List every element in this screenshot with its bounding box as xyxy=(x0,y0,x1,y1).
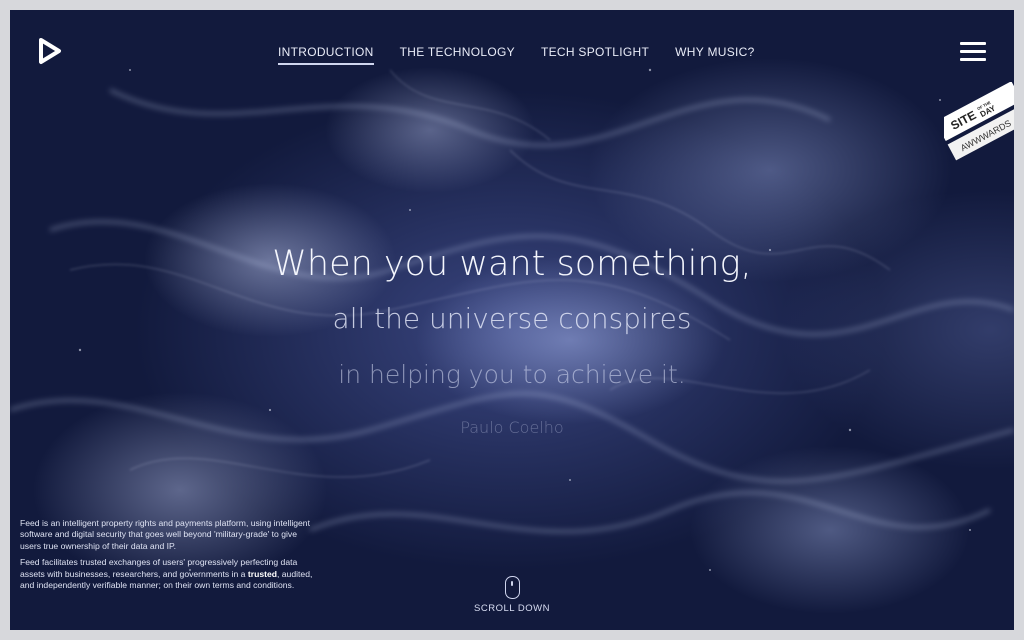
description-p2-bold: trusted xyxy=(247,568,277,579)
hamburger-menu-icon[interactable] xyxy=(960,42,986,61)
description-paragraph-1: Feed is an intelligent property rights a… xyxy=(20,518,310,551)
quote-line-2: all the universe conspires xyxy=(332,302,692,335)
nav-item-the-technology[interactable]: THE TECHNOLOGY xyxy=(400,45,515,65)
quote-line-1: When you want something, xyxy=(272,244,752,284)
scroll-down-label: SCROLL DOWN xyxy=(474,603,550,614)
nav-item-introduction[interactable]: INTRODUCTION xyxy=(278,45,374,65)
mouse-scroll-icon xyxy=(504,576,520,599)
quote-line-3: in helping you to achieve it. xyxy=(338,360,686,389)
nav-item-tech-spotlight[interactable]: TECH SPOTLIGHT xyxy=(541,45,649,65)
main-nav: INTRODUCTION THE TECHNOLOGY TECH SPOTLIG… xyxy=(278,45,755,65)
hero-section: INTRODUCTION THE TECHNOLOGY TECH SPOTLIG… xyxy=(10,10,1014,630)
quote-author: Paulo Coelho xyxy=(460,418,564,437)
nav-item-why-music[interactable]: WHY MUSIC? xyxy=(675,45,754,65)
awwwards-ribbon[interactable]: SITE OF THE DAY AWWWARDS xyxy=(944,82,1014,182)
scroll-down-button[interactable]: SCROLL DOWN xyxy=(472,576,552,614)
play-arrow-logo[interactable] xyxy=(36,36,64,66)
description-block: Feed is an intelligent property rights a… xyxy=(20,518,320,596)
description-paragraph-2: Feed facilitates trusted exchanges of us… xyxy=(20,557,320,591)
